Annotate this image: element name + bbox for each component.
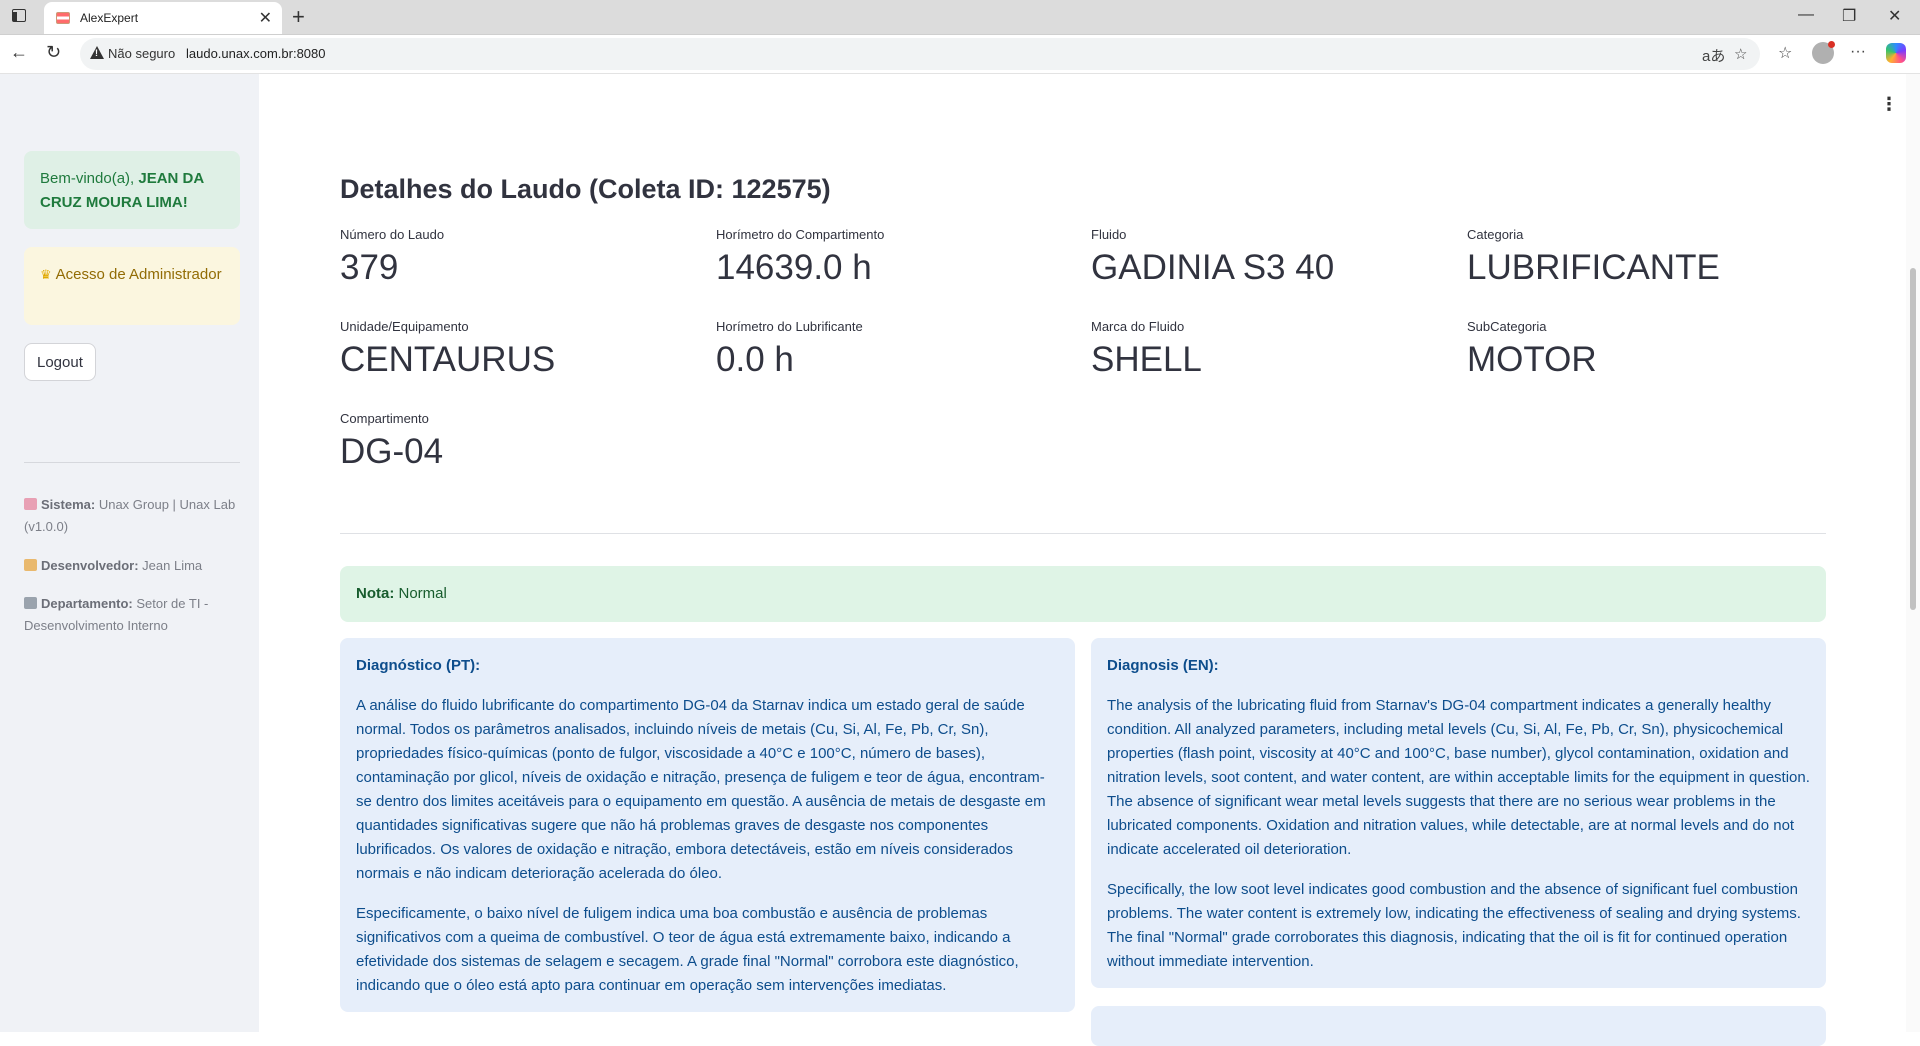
favorites-icon[interactable]: ☆ — [1778, 43, 1792, 63]
metric-value: MOTOR — [1467, 340, 1597, 379]
sidebar-divider — [24, 462, 240, 463]
metric-label: Unidade/Equipamento — [340, 319, 469, 334]
diagnosis-pt-paragraph: Especificamente, o baixo nível de fulige… — [356, 905, 1019, 994]
metric-category: Categoria LUBRIFICANTE — [1467, 227, 1720, 288]
metric-value: 0.0 h — [716, 340, 794, 379]
diagnosis-en-title: Diagnosis (EN): — [1107, 657, 1219, 674]
back-icon[interactable]: ← — [10, 42, 28, 63]
minimize-icon[interactable]: — — [1798, 6, 1814, 24]
welcome-alert: Bem-vindo(a), JEAN DA CRUZ MOURA LIMA! — [24, 151, 240, 229]
metric-label: Número do Laudo — [340, 227, 445, 242]
translate-icon[interactable]: aあ — [1702, 45, 1725, 66]
not-secure-label[interactable]: Não seguro — [108, 46, 175, 61]
logout-button[interactable]: Logout — [24, 343, 96, 381]
browser-tab[interactable]: AlexExpert ✕ — [44, 2, 282, 34]
close-window-icon[interactable]: ✕ — [1888, 6, 1901, 26]
developer-label: Desenvolvedor: — [41, 558, 139, 573]
tab-actions-icon[interactable] — [12, 9, 26, 22]
metric-value: CENTAURUS — [340, 340, 556, 379]
close-tab-icon[interactable]: ✕ — [259, 8, 272, 28]
diagnosis-en-paragraph: Specifically, the low soot level indicat… — [1107, 881, 1801, 970]
metric-value: GADINIA S3 40 — [1091, 248, 1335, 287]
metric-fluid-brand: Marca do Fluido SHELL — [1091, 319, 1202, 380]
metric-compartment-hours: Horímetro do Compartimento 14639.0 h — [716, 227, 884, 288]
developer-value: Jean Lima — [142, 558, 203, 573]
metric-value: DG-04 — [340, 432, 444, 471]
grade-label: Nota: — [356, 585, 395, 602]
url-text[interactable]: laudo.unax.com.br:8080 — [186, 46, 325, 61]
diagnosis-en-box: Diagnosis (EN): The analysis of the lubr… — [1091, 638, 1826, 988]
address-bar[interactable]: Não seguro laudo.unax.com.br:8080 aあ ☆ — [80, 38, 1760, 70]
metric-compartment: Compartimento DG-04 — [340, 411, 443, 472]
admin-access-label: Acesso de Administrador — [55, 266, 222, 283]
grade-value: Normal — [398, 585, 447, 602]
welcome-suffix: ! — [182, 194, 188, 211]
metric-label: Categoria — [1467, 227, 1524, 242]
new-tab-icon[interactable]: + — [292, 4, 305, 30]
reload-icon[interactable]: ↻ — [46, 42, 61, 63]
copilot-icon[interactable] — [1886, 43, 1906, 63]
welcome-prefix: Bem-vindo(a), — [40, 170, 139, 187]
diagnosis-en-paragraph: The analysis of the lubricating fluid fr… — [1107, 697, 1810, 858]
developer-info: Desenvolvedor: Jean Lima — [24, 555, 244, 577]
admin-access-alert: ♛ Acesso de Administrador — [24, 247, 240, 325]
scrollbar-thumb[interactable] — [1910, 268, 1916, 610]
metric-lubricant-hours: Horímetro do Lubrificante 0.0 h — [716, 319, 863, 380]
grade-alert: Nota: Normal — [340, 566, 1826, 622]
tab-title: AlexExpert — [80, 11, 139, 25]
developer-icon — [24, 559, 37, 571]
page-title: Detalhes do Laudo (Coleta ID: 122575) — [340, 174, 831, 204]
metric-unit-equipment: Unidade/Equipamento CENTAURUS — [340, 319, 555, 380]
warning-icon — [90, 46, 104, 59]
satellite-icon — [24, 498, 37, 510]
app-menu-icon[interactable]: ⋮ — [1880, 94, 1898, 115]
diagnosis-pt-paragraph: A análise do fluido lubrificante do comp… — [356, 697, 1046, 882]
metric-label: Marca do Fluido — [1091, 319, 1185, 334]
system-label: Sistema: — [41, 497, 96, 512]
metric-fluid: Fluido GADINIA S3 40 — [1091, 227, 1334, 288]
metric-value: LUBRIFICANTE — [1467, 248, 1720, 287]
browser-tab-bar: AlexExpert ✕ + — ❐ ✕ — [0, 0, 1920, 35]
diagnosis-pt-box: Diagnóstico (PT): A análise do fluido lu… — [340, 638, 1075, 1012]
more-icon[interactable]: ··· — [1850, 43, 1866, 61]
browser-toolbar: ← ↻ Não seguro laudo.unax.com.br:8080 aあ… — [0, 35, 1920, 74]
sidebar: Bem-vindo(a), JEAN DA CRUZ MOURA LIMA! ♛… — [0, 74, 259, 1032]
section-divider — [340, 533, 1826, 534]
department-label: Departamento: — [41, 596, 133, 611]
department-info: Departamento: Setor de TI - Desenvolvime… — [24, 593, 244, 637]
metric-value: SHELL — [1091, 340, 1202, 379]
metric-label: SubCategoria — [1467, 319, 1547, 334]
metric-subcategory: SubCategoria MOTOR — [1467, 319, 1597, 380]
crown-icon: ♛ — [40, 267, 52, 282]
favicon-icon — [56, 12, 70, 24]
system-info: Sistema: Unax Group | Unax Lab (v1.0.0) — [24, 494, 244, 538]
metric-label: Fluido — [1091, 227, 1127, 242]
metric-label: Horímetro do Lubrificante — [716, 319, 863, 334]
next-info-box — [1091, 1006, 1826, 1046]
metric-label: Horímetro do Compartimento — [716, 227, 885, 242]
page-scrollbar[interactable] — [1906, 74, 1920, 1032]
building-icon — [24, 597, 37, 609]
metric-label: Compartimento — [340, 411, 429, 426]
restore-icon[interactable]: ❐ — [1842, 6, 1856, 26]
metric-value: 14639.0 h — [716, 248, 872, 287]
favorite-star-icon[interactable]: ☆ — [1734, 45, 1747, 63]
metric-report-number: Número do Laudo 379 — [340, 227, 444, 288]
metric-value: 379 — [340, 248, 399, 287]
diagnosis-pt-title: Diagnóstico (PT): — [356, 657, 481, 674]
profile-avatar[interactable] — [1812, 41, 1835, 64]
